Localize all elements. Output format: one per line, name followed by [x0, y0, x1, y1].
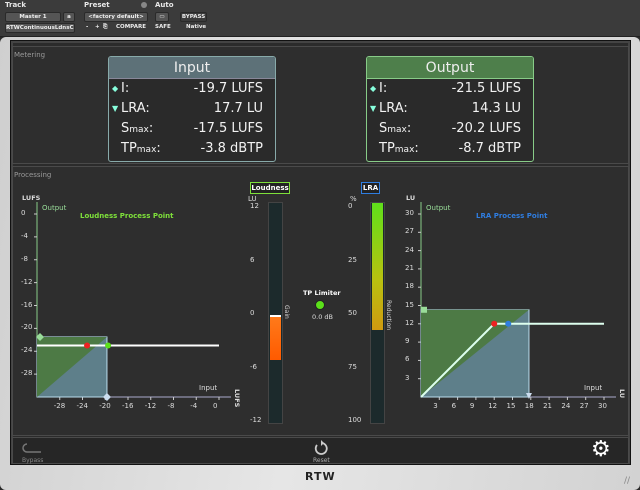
x-tick-label: -16: [122, 402, 134, 410]
x-tick-label: -8: [167, 402, 175, 410]
x-tick-label: -12: [144, 402, 157, 410]
reduction-label: Reduction: [385, 300, 392, 330]
y-tick-label: 21: [405, 263, 414, 272]
y-tick-label: 0: [21, 209, 26, 217]
meter-tick-label: 6: [250, 255, 255, 264]
loudness-gain-meter: [268, 202, 283, 424]
resize-handle[interactable]: //: [624, 476, 630, 486]
tp-limiter-value: 0.0 dB: [312, 313, 333, 321]
x-axis-unit: LUFS: [233, 389, 241, 408]
x-tick-label: -28: [53, 402, 66, 410]
y-tick-label: -12: [21, 277, 33, 286]
process-point-blue: [505, 320, 512, 327]
y-tick-label: 3: [405, 373, 410, 382]
y-axis-unit: LU: [406, 194, 416, 202]
y-tick-label: -16: [21, 300, 33, 309]
bypass-icon[interactable]: [21, 441, 43, 455]
lra-reduction-meter: [370, 202, 385, 424]
x-tick-label: 30: [598, 402, 607, 410]
x-tick-label: 6: [451, 402, 457, 410]
y-axis-unit: LUFS: [22, 194, 41, 202]
process-point-red: [84, 342, 91, 349]
x-axis-name: Input: [584, 384, 603, 392]
y-tick-label: 12: [405, 318, 414, 327]
y-axis-name: Output: [42, 204, 67, 212]
meter-tick-label: 50: [348, 309, 357, 317]
meter-tick-label: 25: [348, 255, 357, 264]
meter-tick-label: -12: [250, 416, 262, 424]
y-tick-label: 6: [405, 355, 410, 364]
lra-meter-label: LRA: [361, 182, 380, 194]
x-tick-label: 27: [579, 402, 589, 410]
x-tick-label: 18: [524, 402, 534, 410]
y-tick-label: -24: [21, 346, 33, 355]
y-tick-label: 24: [405, 245, 414, 254]
bottom-bar: Bypass Reset ⚙: [12, 437, 629, 464]
x-axis-name: Input: [199, 384, 218, 392]
x-tick-label: 21: [543, 402, 553, 410]
x-tick-label: -24: [76, 402, 88, 410]
reduction-bar: [372, 203, 383, 330]
y-axis-name: Output: [426, 204, 451, 212]
x-tick-label: -4: [190, 402, 198, 410]
chart-title: Loudness Process Point: [80, 212, 174, 220]
y-tick-label: -20: [21, 323, 33, 332]
gain-bar: [270, 315, 281, 360]
tp-limiter-label: TP Limiter: [303, 289, 341, 297]
x-tick-label: 0: [213, 402, 218, 410]
meter-tick-label: 12: [250, 202, 259, 210]
loudness-meter-label: Loudness: [250, 182, 290, 194]
meter-tick-label: 100: [348, 416, 362, 424]
y-tick-label: 30: [405, 209, 414, 217]
y-tick-label: 15: [405, 300, 414, 309]
meter-tick-label: 0: [250, 309, 255, 317]
x-tick-label: -20: [99, 402, 111, 410]
x-axis-unit: LU: [618, 389, 626, 399]
x-tick-label: 24: [561, 402, 571, 410]
reset-icon[interactable]: [313, 440, 329, 456]
chart-title: LRA Process Point: [476, 212, 548, 220]
gain-label: Gain: [283, 305, 290, 319]
process-charts: [34, 202, 616, 401]
tp-limiter-led: [315, 300, 325, 310]
x-tick-label: 9: [469, 402, 475, 410]
output-marker-icon: [421, 306, 427, 313]
x-tick-label: 3: [433, 402, 438, 410]
reset-label: Reset: [313, 457, 330, 464]
meter-tick-label: 0: [348, 202, 353, 210]
meter-tick-label: 75: [348, 362, 357, 371]
meter-tick-label: -6: [250, 362, 257, 371]
y-tick-label: -28: [21, 369, 33, 378]
process-point-green: [105, 342, 112, 349]
rtw-logo: RTW: [305, 470, 336, 483]
settings-gear-icon[interactable]: ⚙: [591, 437, 611, 463]
process-point-red: [491, 320, 498, 327]
y-tick-label: 27: [405, 227, 414, 236]
y-tick-label: 18: [405, 282, 414, 291]
y-tick-label: -4: [21, 231, 28, 240]
x-tick-label: 12: [488, 402, 498, 410]
y-tick-label: 9: [405, 337, 410, 346]
bypass-label: Bypass: [22, 457, 44, 464]
y-tick-label: -8: [21, 254, 28, 263]
x-tick-label: 15: [506, 402, 516, 410]
